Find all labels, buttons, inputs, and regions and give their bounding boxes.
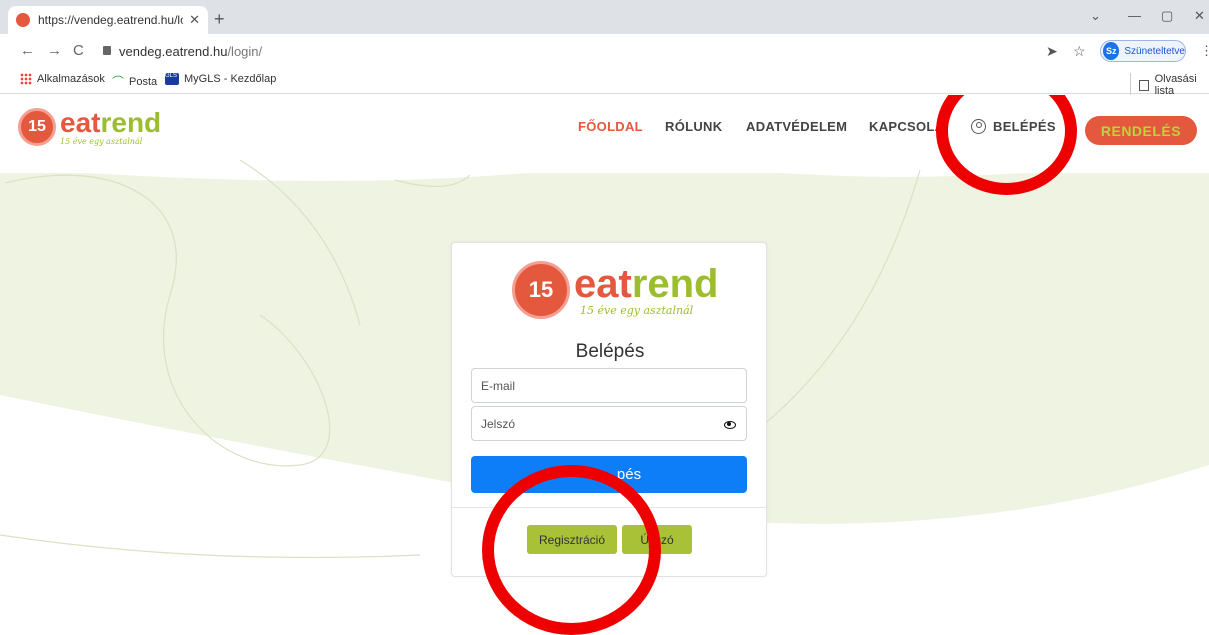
bookmark-star-icon[interactable]: ☆: [1073, 43, 1086, 60]
bookmark-label: Alkalmazások: [37, 73, 105, 85]
tab-search-icon[interactable]: ⌄: [1090, 8, 1101, 24]
browser-tab-strip: https://vendeg.eatrend.hu/login/ ✕ + ⌄ —…: [0, 0, 1209, 34]
url-path: /login/: [227, 44, 263, 59]
maximize-icon[interactable]: ▢: [1161, 8, 1173, 24]
close-tab-icon[interactable]: ✕: [189, 12, 200, 28]
order-button[interactable]: RENDELÉS: [1085, 116, 1197, 145]
reading-list[interactable]: Olvasási lista: [1130, 73, 1209, 97]
address-bar[interactable]: vendeg.eatrend.hu/login/: [119, 44, 262, 59]
profile-status: Szüneteltetve: [1124, 45, 1185, 57]
url-host: vendeg.eatrend.hu: [119, 44, 228, 59]
close-window-icon[interactable]: ✕: [1194, 8, 1205, 24]
nav-about[interactable]: RÓLUNK: [665, 119, 722, 134]
gls-logo-icon: GLS: [165, 73, 179, 85]
browser-tab[interactable]: https://vendeg.eatrend.hu/login/ ✕: [8, 6, 208, 34]
tab-title: https://vendeg.eatrend.hu/login/: [38, 13, 183, 27]
profile-button[interactable]: Sz Szüneteltetve: [1100, 40, 1186, 62]
bookmark-posta[interactable]: ⌒ Posta: [112, 73, 157, 90]
nav-home[interactable]: FŐOLDAL: [578, 119, 643, 134]
site-favicon-icon: [16, 13, 30, 27]
nav-privacy[interactable]: ADATVÉDELEM: [746, 119, 847, 134]
reading-list-icon: [1139, 79, 1149, 91]
bookmark-label: MyGLS - Kezdőlap: [184, 73, 277, 85]
send-icon[interactable]: ➤: [1046, 43, 1058, 60]
card-logo: 15 eatrend 15 éve egy asztalnál: [512, 261, 719, 319]
password-field[interactable]: [471, 406, 747, 441]
reload-icon[interactable]: C: [73, 42, 84, 59]
web-page: 15 eatrend 15 éve egy asztalnál FŐOLDAL …: [0, 95, 1209, 635]
bookmark-apps[interactable]: Alkalmazások: [20, 73, 105, 85]
reading-list-label: Olvasási lista: [1154, 73, 1197, 97]
bookmark-label: Posta: [129, 75, 158, 88]
bookmarks-bar: Alkalmazások ⌒ Posta GLS MyGLS - Kezdőla…: [0, 68, 1209, 97]
login-title: Belépés: [575, 341, 645, 362]
posta-logo-icon: ⌒: [112, 75, 125, 89]
annotation-circle-register: [482, 465, 661, 635]
new-tab-button[interactable]: +: [214, 9, 225, 30]
minimize-icon[interactable]: —: [1128, 8, 1141, 23]
nav-contact[interactable]: KAPCSOLA: [869, 119, 944, 134]
bookmark-mygls[interactable]: GLS MyGLS - Kezdőlap: [165, 73, 276, 85]
forward-icon[interactable]: →: [47, 42, 62, 59]
lock-icon: [103, 46, 111, 55]
email-field[interactable]: [471, 368, 747, 403]
card-logo-wordmark: eatrend: [574, 261, 719, 306]
show-password-eye-icon[interactable]: [724, 421, 736, 429]
back-icon[interactable]: ←: [20, 42, 35, 59]
card-logo-badge: 15: [512, 261, 570, 319]
avatar: Sz: [1103, 42, 1120, 60]
menu-kebab-icon[interactable]: ⋮: [1200, 43, 1209, 59]
apps-grid-icon: [20, 73, 32, 85]
browser-toolbar: ← → C vendeg.eatrend.hu/login/ ➤ ☆ Sz Sz…: [0, 34, 1209, 68]
